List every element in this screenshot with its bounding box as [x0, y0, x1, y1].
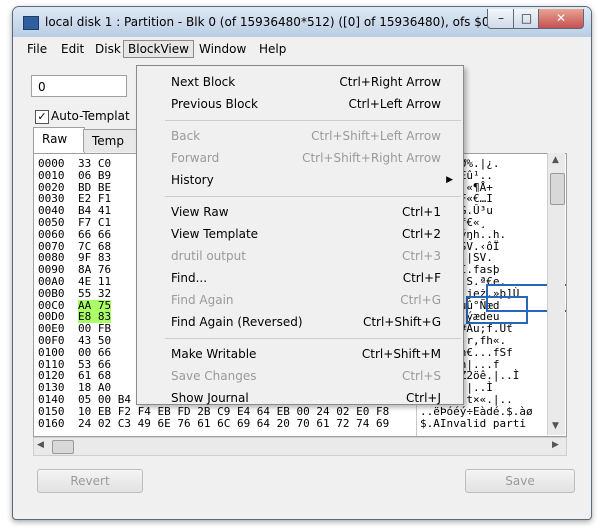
vertical-scrollbar[interactable]: ▲ ▼	[547, 153, 565, 435]
horizontal-scrollbar[interactable]: ◀ ▶	[33, 437, 567, 456]
menu-item-label: Previous Block	[171, 97, 258, 111]
menu-item-previous-block[interactable]: Previous Block Ctrl+Left Arrow	[137, 94, 463, 114]
maximize-button[interactable]: □	[513, 9, 540, 29]
block-number-input[interactable]: 0	[31, 75, 127, 97]
minimize-button[interactable]: –	[487, 9, 515, 29]
menu-disk[interactable]: Disk	[91, 41, 125, 57]
menu-item-label: View Raw	[171, 205, 229, 219]
menu-item-shortcut: Ctrl+Shift+Left Arrow	[311, 129, 441, 143]
save-button[interactable]: Save	[465, 469, 575, 493]
menu-item-shortcut: Ctrl+J	[406, 391, 441, 405]
menu-item-view-raw[interactable]: View Raw Ctrl+1	[137, 202, 463, 222]
horizontal-scroll-thumb[interactable]	[52, 440, 74, 454]
menu-item-shortcut: Ctrl+Right Arrow	[339, 75, 441, 89]
blockview-menu: Next Block Ctrl+Right Arrow Previous Block…	[136, 65, 464, 405]
title-bar[interactable]: local disk 1 : Partition - Blk 0 (of 159…	[13, 7, 591, 37]
tab-raw[interactable]: Raw	[33, 127, 85, 154]
menu-item-shortcut: Ctrl+Left Arrow	[348, 97, 441, 111]
menu-separator	[165, 196, 461, 197]
menu-item-label: drutil output	[171, 249, 246, 263]
scroll-down-icon[interactable]: ▼	[552, 421, 559, 431]
menu-item-label: Make Writable	[171, 347, 257, 361]
menu-item-label: View Template	[171, 227, 259, 241]
menu-item-shortcut: Ctrl+F	[402, 271, 441, 285]
menu-item-next-block[interactable]: Next Block Ctrl+Right Arrow	[137, 72, 463, 92]
revert-button[interactable]: Revert	[37, 469, 143, 493]
menu-item-shortcut: Ctrl+G	[400, 293, 441, 307]
main-window: local disk 1 : Partition - Blk 0 (of 159…	[12, 6, 592, 520]
menu-item-label: Save Changes	[171, 369, 257, 383]
menu-blockview[interactable]: BlockView	[123, 40, 194, 58]
menu-item-shortcut: Ctrl+S	[401, 369, 441, 383]
hex-row: 0160 24 02 C3 49 6E 76 61 6C 69 64 20 70 …	[38, 416, 526, 430]
menu-help[interactable]: Help	[255, 41, 290, 57]
vertical-scroll-thumb[interactable]	[550, 173, 565, 205]
window-title: local disk 1 : Partition - Blk 0 (of 159…	[45, 15, 518, 29]
scroll-left-icon[interactable]: ◀	[37, 440, 44, 450]
submenu-arrow-icon: ▶	[446, 175, 453, 185]
menu-item-shortcut: Ctrl+3	[401, 249, 441, 263]
menu-item-find-again-reversed[interactable]: Find Again (Reversed) Ctrl+Shift+G	[137, 312, 463, 332]
menu-item-make-writable[interactable]: Make Writable Ctrl+Shift+M	[137, 344, 463, 364]
menu-item-label: Next Block	[171, 75, 236, 89]
menu-item-find-again: Find Again Ctrl+G	[137, 290, 463, 310]
hex-bytes[interactable]: 66 66	[78, 228, 111, 241]
app-icon	[23, 16, 39, 30]
menu-item-label: Find Again	[171, 293, 234, 307]
menu-item-find[interactable]: Find... Ctrl+F	[137, 268, 463, 288]
scroll-up-icon[interactable]: ▲	[552, 155, 559, 165]
menu-edit[interactable]: Edit	[57, 41, 88, 57]
menu-item-forward: Forward Ctrl+Shift+Right Arrow	[137, 148, 463, 168]
menu-item-shortcut: Ctrl+Shift+Right Arrow	[302, 151, 441, 165]
hex-offset: 0160	[38, 416, 65, 430]
close-button[interactable]: ✕	[538, 9, 584, 29]
hex-bytes[interactable]: 06 B9	[78, 169, 111, 182]
menu-item-history[interactable]: History ▶	[137, 170, 463, 190]
menu-item-shortcut: Ctrl+Shift+G	[362, 315, 441, 329]
menu-item-label: Back	[171, 129, 201, 143]
menu-separator	[165, 338, 461, 339]
hex-chars[interactable]: $.AInvalid parti	[420, 417, 526, 430]
menu-item-label: Find Again (Reversed)	[171, 315, 303, 329]
menu-item-back: Back Ctrl+Shift+Left Arrow	[137, 126, 463, 146]
menu-item-drutil-output: drutil output Ctrl+3	[137, 246, 463, 266]
menu-item-shortcut: Ctrl+Shift+M	[361, 347, 441, 361]
hex-bytes[interactable]: 24 02 C3 49 6E 76 61 6C 69 64 20 70 61 7…	[78, 417, 389, 430]
menu-item-label: Find...	[171, 271, 208, 285]
hex-bytes[interactable]: 55 32	[78, 287, 111, 300]
menu-item-show-journal[interactable]: Show Journal Ctrl+J	[137, 388, 463, 408]
menu-item-label: Forward	[171, 151, 220, 165]
menu-window[interactable]: Window	[195, 41, 250, 57]
menu-item-label: Show Journal	[171, 391, 249, 405]
auto-template-label: Auto-Templat	[51, 109, 130, 123]
menu-item-view-template[interactable]: View Template Ctrl+2	[137, 224, 463, 244]
hex-bytes[interactable]: 00 66	[78, 346, 111, 359]
menu-item-save-changes: Save Changes Ctrl+S	[137, 366, 463, 386]
menu-item-shortcut: Ctrl+1	[401, 205, 441, 219]
scroll-right-icon[interactable]: ▶	[552, 440, 559, 450]
menu-separator	[165, 120, 461, 121]
menu-file[interactable]: File	[23, 41, 51, 57]
menu-item-shortcut: Ctrl+2	[401, 227, 441, 241]
auto-template-checkbox[interactable]: ✓	[35, 110, 49, 124]
menu-item-label: History	[171, 173, 214, 187]
menu-bar: File Edit Disk BlockView Window Help	[19, 39, 585, 59]
